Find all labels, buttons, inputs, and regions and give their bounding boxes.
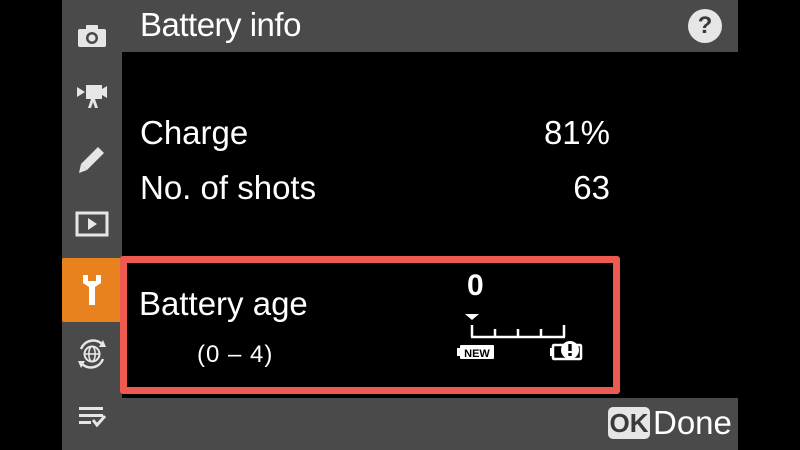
battery-age-meter: NEW — [457, 314, 583, 361]
battery-age-highlight: Battery age (0 – 4) 0 NEW — [120, 256, 620, 394]
menu-header: Battery info ? — [122, 0, 738, 52]
ok-button-badge[interactable]: OK — [608, 407, 650, 439]
shots-row: No. of shots 63 — [140, 169, 610, 209]
network-icon — [78, 339, 106, 369]
battery-warning-icon — [550, 341, 583, 361]
charge-label: Charge — [140, 114, 249, 151]
pencil-icon — [79, 147, 104, 173]
tab-custom-settings[interactable] — [62, 128, 122, 192]
playback-icon — [75, 211, 109, 237]
help-button[interactable]: ? — [688, 9, 722, 43]
done-label: Done — [653, 404, 732, 441]
camera-icon — [78, 25, 106, 47]
tab-playback[interactable] — [62, 192, 122, 256]
battery-age-pointer — [465, 314, 479, 320]
my-menu-icon — [79, 407, 107, 428]
tab-setup[interactable] — [62, 258, 122, 322]
movie-camera-icon — [77, 85, 107, 108]
charge-value: 81% — [543, 114, 610, 151]
wrench-icon — [83, 275, 101, 305]
tab-video-recording[interactable] — [62, 64, 122, 128]
charge-row: Charge 81% — [140, 114, 610, 154]
new-battery-label: NEW — [464, 348, 490, 360]
shots-value: 63 — [573, 169, 610, 206]
footer-bar: OK Done — [122, 398, 738, 450]
battery-age-value: 0 — [467, 269, 484, 302]
battery-age-label: Battery age — [139, 285, 308, 322]
tab-photo-shooting[interactable] — [62, 4, 122, 68]
battery-age-range: (0 – 4) — [197, 341, 274, 368]
menu-tab-strip — [62, 0, 122, 450]
battery-info-panel: Charge 81% No. of shots 63 Battery age (… — [120, 52, 738, 398]
tab-my-menu[interactable] — [62, 384, 122, 448]
page-title: Battery info — [140, 6, 301, 43]
tab-network[interactable] — [62, 322, 122, 386]
new-battery-icon: NEW — [457, 345, 494, 360]
shots-label: No. of shots — [140, 169, 317, 206]
